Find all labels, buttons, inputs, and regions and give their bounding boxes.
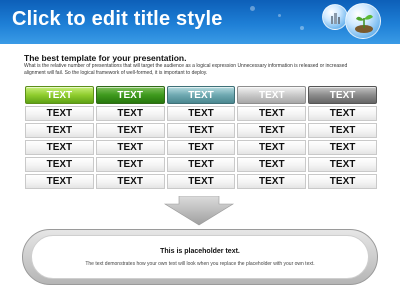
- table-cell[interactable]: TEXT: [25, 123, 94, 138]
- placeholder-panel-inner: This is placeholder text. The text demon…: [31, 235, 369, 279]
- table-cell[interactable]: TEXT: [166, 123, 236, 138]
- slide-title[interactable]: Click to edit title style: [12, 8, 223, 31]
- table-cell[interactable]: TEXT: [237, 123, 307, 138]
- table-cell[interactable]: TEXT: [95, 123, 165, 138]
- table-cell[interactable]: TEXT: [166, 140, 236, 155]
- table-cell[interactable]: TEXT: [25, 157, 94, 172]
- table-cell[interactable]: TEXT: [95, 106, 165, 121]
- table-cell[interactable]: TEXT: [166, 157, 236, 172]
- table-cell[interactable]: TEXT: [308, 140, 377, 155]
- table-cell[interactable]: TEXT: [237, 106, 307, 121]
- table-cell[interactable]: TEXT: [237, 174, 307, 189]
- table-header-cell[interactable]: TEXT: [25, 86, 94, 104]
- table-row: TEXT TEXT TEXT TEXT TEXT: [25, 106, 377, 121]
- table-cell[interactable]: TEXT: [166, 106, 236, 121]
- placeholder-panel: This is placeholder text. The text demon…: [22, 229, 378, 285]
- table-row: TEXT TEXT TEXT TEXT TEXT: [25, 174, 377, 189]
- table-cell[interactable]: TEXT: [25, 106, 94, 121]
- table-header-cell[interactable]: TEXT: [95, 86, 165, 104]
- content-description[interactable]: What is the relative number of presentat…: [24, 63, 364, 76]
- decor-dot: [250, 6, 255, 11]
- table-cell[interactable]: TEXT: [95, 157, 165, 172]
- down-arrow-icon: [163, 196, 235, 226]
- table-cell[interactable]: TEXT: [308, 123, 377, 138]
- decor-dot: [300, 26, 304, 30]
- globe-bubble-icon: [322, 4, 348, 30]
- table-header-cell[interactable]: TEXT: [166, 86, 236, 104]
- table-header-cell[interactable]: TEXT: [237, 86, 307, 104]
- table-cell[interactable]: TEXT: [95, 140, 165, 155]
- table-cell[interactable]: TEXT: [308, 174, 377, 189]
- table-cell[interactable]: TEXT: [237, 140, 307, 155]
- table-cell[interactable]: TEXT: [166, 174, 236, 189]
- text-table: TEXT TEXT TEXT TEXT TEXT TEXT TEXT TEXT …: [25, 86, 377, 191]
- table-cell[interactable]: TEXT: [308, 157, 377, 172]
- table-cell[interactable]: TEXT: [237, 157, 307, 172]
- plant-bubble-icon: [345, 3, 381, 39]
- table-cell[interactable]: TEXT: [308, 106, 377, 121]
- placeholder-title[interactable]: This is placeholder text.: [32, 248, 368, 255]
- table-cell[interactable]: TEXT: [25, 140, 94, 155]
- table-header-cell[interactable]: TEXT: [308, 86, 377, 104]
- table-row: TEXT TEXT TEXT TEXT TEXT: [25, 123, 377, 138]
- decor-dot: [278, 14, 281, 17]
- table-row: TEXT TEXT TEXT TEXT TEXT: [25, 157, 377, 172]
- table-cell[interactable]: TEXT: [25, 174, 94, 189]
- placeholder-text[interactable]: The text demonstrates how your own text …: [32, 261, 368, 267]
- table-cell[interactable]: TEXT: [95, 174, 165, 189]
- table-row: TEXT TEXT TEXT TEXT TEXT: [25, 140, 377, 155]
- table-header-row: TEXT TEXT TEXT TEXT TEXT: [25, 86, 377, 104]
- title-bar: Click to edit title style: [0, 0, 400, 44]
- content-subtitle[interactable]: The best template for your presentation.: [24, 53, 186, 63]
